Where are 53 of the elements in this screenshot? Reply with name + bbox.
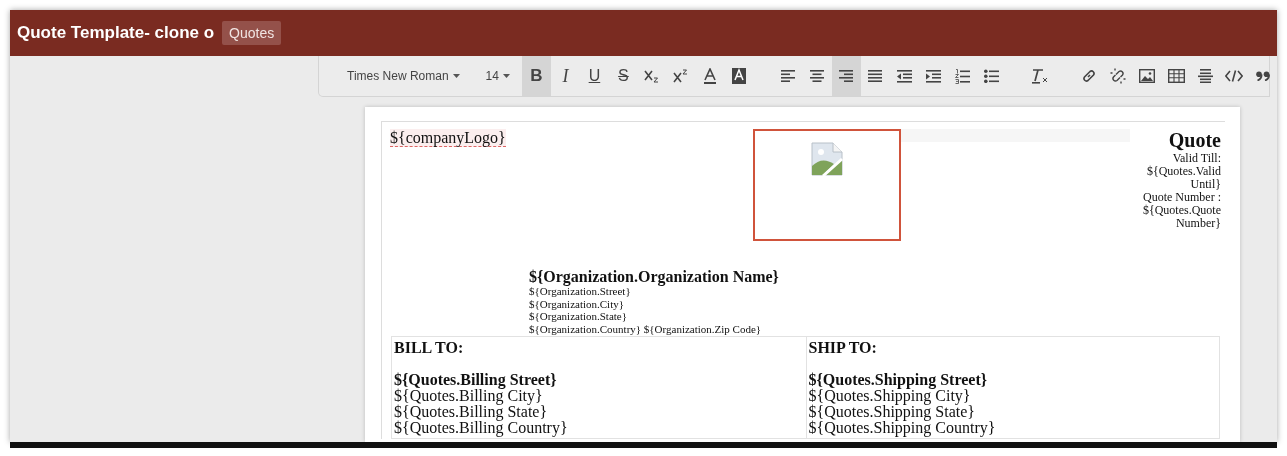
align-right-icon (839, 70, 854, 82)
quote-detail: Valid Till: (1171, 152, 1221, 165)
font-color-icon (703, 68, 718, 84)
table-icon (1167, 69, 1185, 83)
address-heading: SHIP TO: (808, 340, 878, 356)
font-family-dropdown[interactable]: Times New Roman (341, 56, 466, 96)
code-icon (1225, 70, 1244, 82)
unlink-icon (1110, 68, 1127, 84)
quote-icon (1256, 71, 1271, 81)
broken-image-icon (811, 142, 843, 176)
caret-icon (502, 74, 510, 78)
horizontal-rule-icon (1197, 69, 1213, 83)
window-title: Quote Template- clone o (17, 23, 215, 43)
address-field: ${Quotes.Shipping State} (808, 404, 1217, 420)
module-badge: Quotes (222, 21, 282, 45)
outdent-icon (896, 69, 912, 83)
address-field: ${Quotes.Shipping Country} (808, 420, 1217, 436)
quote-detail: ${Quotes.Quote Number} (1141, 204, 1221, 230)
caret-icon (452, 74, 460, 78)
strikethrough-button[interactable]: S (608, 56, 638, 96)
superscript-icon (673, 69, 690, 83)
bullet-list-icon (983, 69, 999, 83)
link-icon (1081, 68, 1098, 84)
underline-button[interactable]: U (579, 56, 609, 96)
quote-detail: Quote Number : (1142, 191, 1221, 204)
justify-icon (868, 70, 883, 82)
clear-formatting-icon (1031, 68, 1050, 84)
font-size-dropdown[interactable]: 14 (479, 56, 516, 96)
document-title: Quote (1167, 129, 1221, 152)
address-field: ${Quotes.Shipping Street} (808, 372, 1217, 388)
numbered-list-icon (954, 68, 970, 84)
address-field: ${Quotes.Billing State} (394, 404, 804, 420)
organization-field: ${Organization.Country} ${Organization.Zip Code} (529, 322, 1225, 335)
address-field: ${Quotes.Shipping City} (808, 388, 1217, 404)
highlight-color-icon (732, 68, 747, 84)
organization-name: ${Organization.Organization Name} (529, 268, 780, 285)
subscript-icon (644, 69, 661, 83)
align-left-icon (781, 70, 796, 82)
indent-icon (925, 69, 941, 83)
address-heading: BILL TO: (394, 340, 465, 356)
align-right-button[interactable] (831, 56, 861, 96)
organization-field: ${Organization.City} (529, 297, 1225, 310)
align-center-icon (810, 70, 825, 82)
organization-field: ${Organization.State} (529, 310, 1225, 323)
template-variable: ${companyLogo} (390, 129, 506, 147)
organization-field: ${Organization.Street} (529, 285, 1225, 298)
image-icon (1139, 69, 1156, 83)
address-field: ${Quotes.Billing City} (394, 388, 804, 404)
address-field: ${Quotes.Billing Street} (394, 372, 804, 388)
italic-button[interactable]: I (550, 56, 580, 96)
quote-detail: ${Quotes.Valid Until} (1145, 165, 1221, 191)
bold-button[interactable]: B (521, 56, 551, 96)
address-field: ${Quotes.Billing Country} (394, 420, 804, 436)
